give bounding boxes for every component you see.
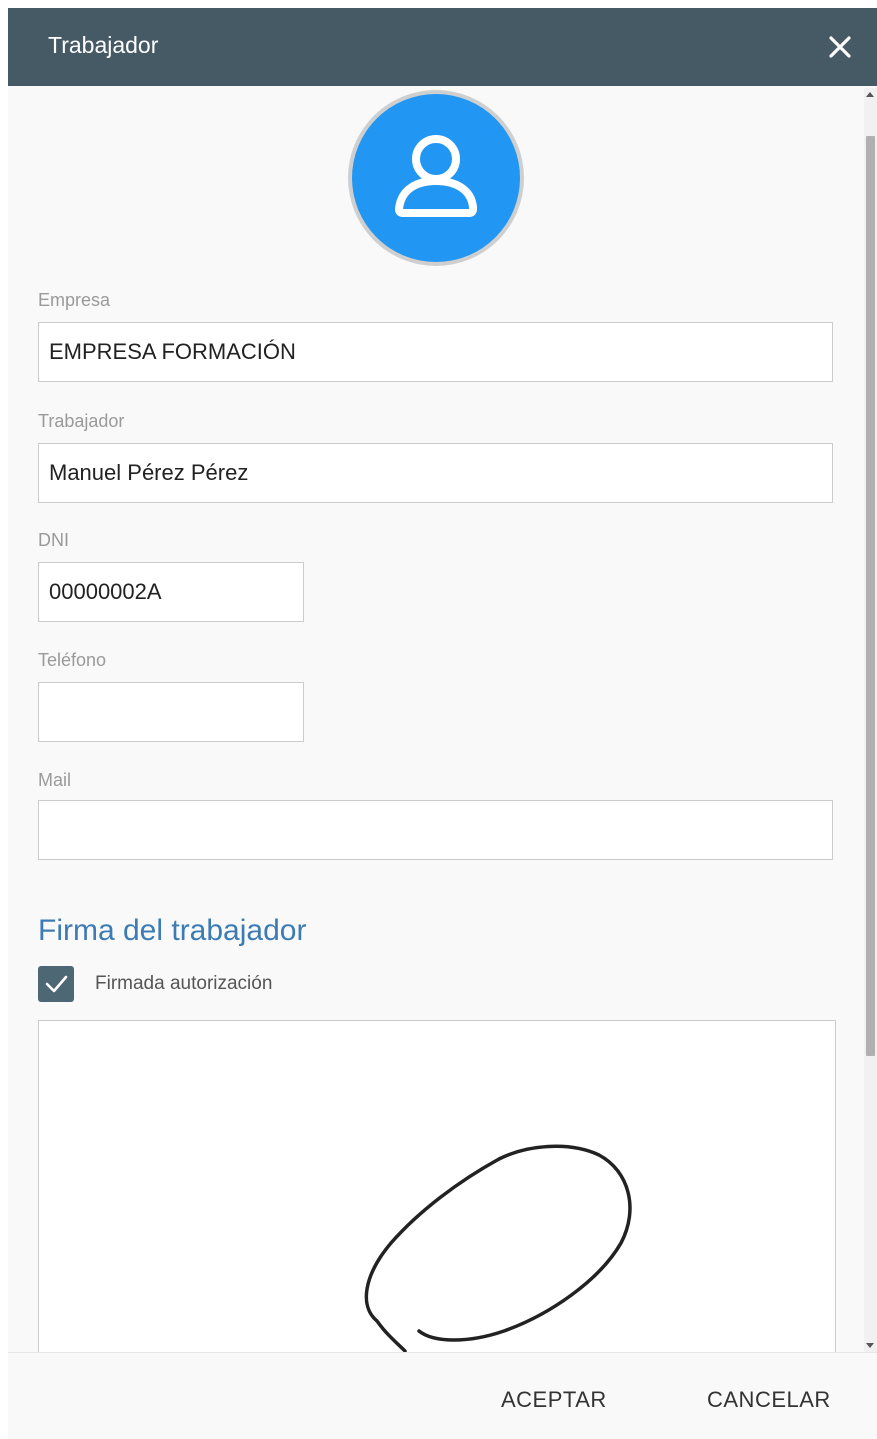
trabajador-input[interactable] [38,443,833,503]
avatar[interactable] [348,90,524,266]
user-icon [395,135,477,217]
signed-authorization-label: Firmada autorización [95,973,273,994]
signature-pad[interactable] [38,1020,836,1360]
signature-section-title: Firma del trabajador [38,914,307,947]
empresa-label: Empresa [38,290,111,310]
close-icon [829,36,851,58]
scrollbar[interactable] [864,88,877,1352]
checkmark-icon [45,975,68,993]
trabajador-label: Trabajador [38,411,125,431]
mail-input[interactable] [38,800,833,860]
telefono-input[interactable] [38,682,304,742]
worker-dialog: Trabajador Empresa Trabajador DNI Teléfo… [8,8,877,1439]
mail-label: Mail [38,770,72,790]
dialog-title: Trabajador [48,32,159,58]
scroll-down-arrow-icon[interactable] [866,1343,874,1348]
dni-input[interactable] [38,562,304,622]
telefono-label: Teléfono [38,650,107,670]
cancel-button[interactable]: CANCELAR [707,1387,831,1413]
accept-button[interactable]: ACEPTAR [501,1387,607,1413]
signed-authorization-checkbox[interactable] [38,966,74,1002]
dialog-header: Trabajador [8,8,877,86]
close-button[interactable] [823,30,857,64]
signature-stroke [364,1144,632,1353]
dialog-footer: ACEPTAR CANCELAR [8,1352,877,1439]
scrollbar-thumb[interactable] [866,136,875,1056]
dni-label: DNI [38,530,69,550]
scroll-up-arrow-icon[interactable] [866,92,874,97]
avatar-circle [352,94,520,262]
empresa-input[interactable] [38,322,833,382]
